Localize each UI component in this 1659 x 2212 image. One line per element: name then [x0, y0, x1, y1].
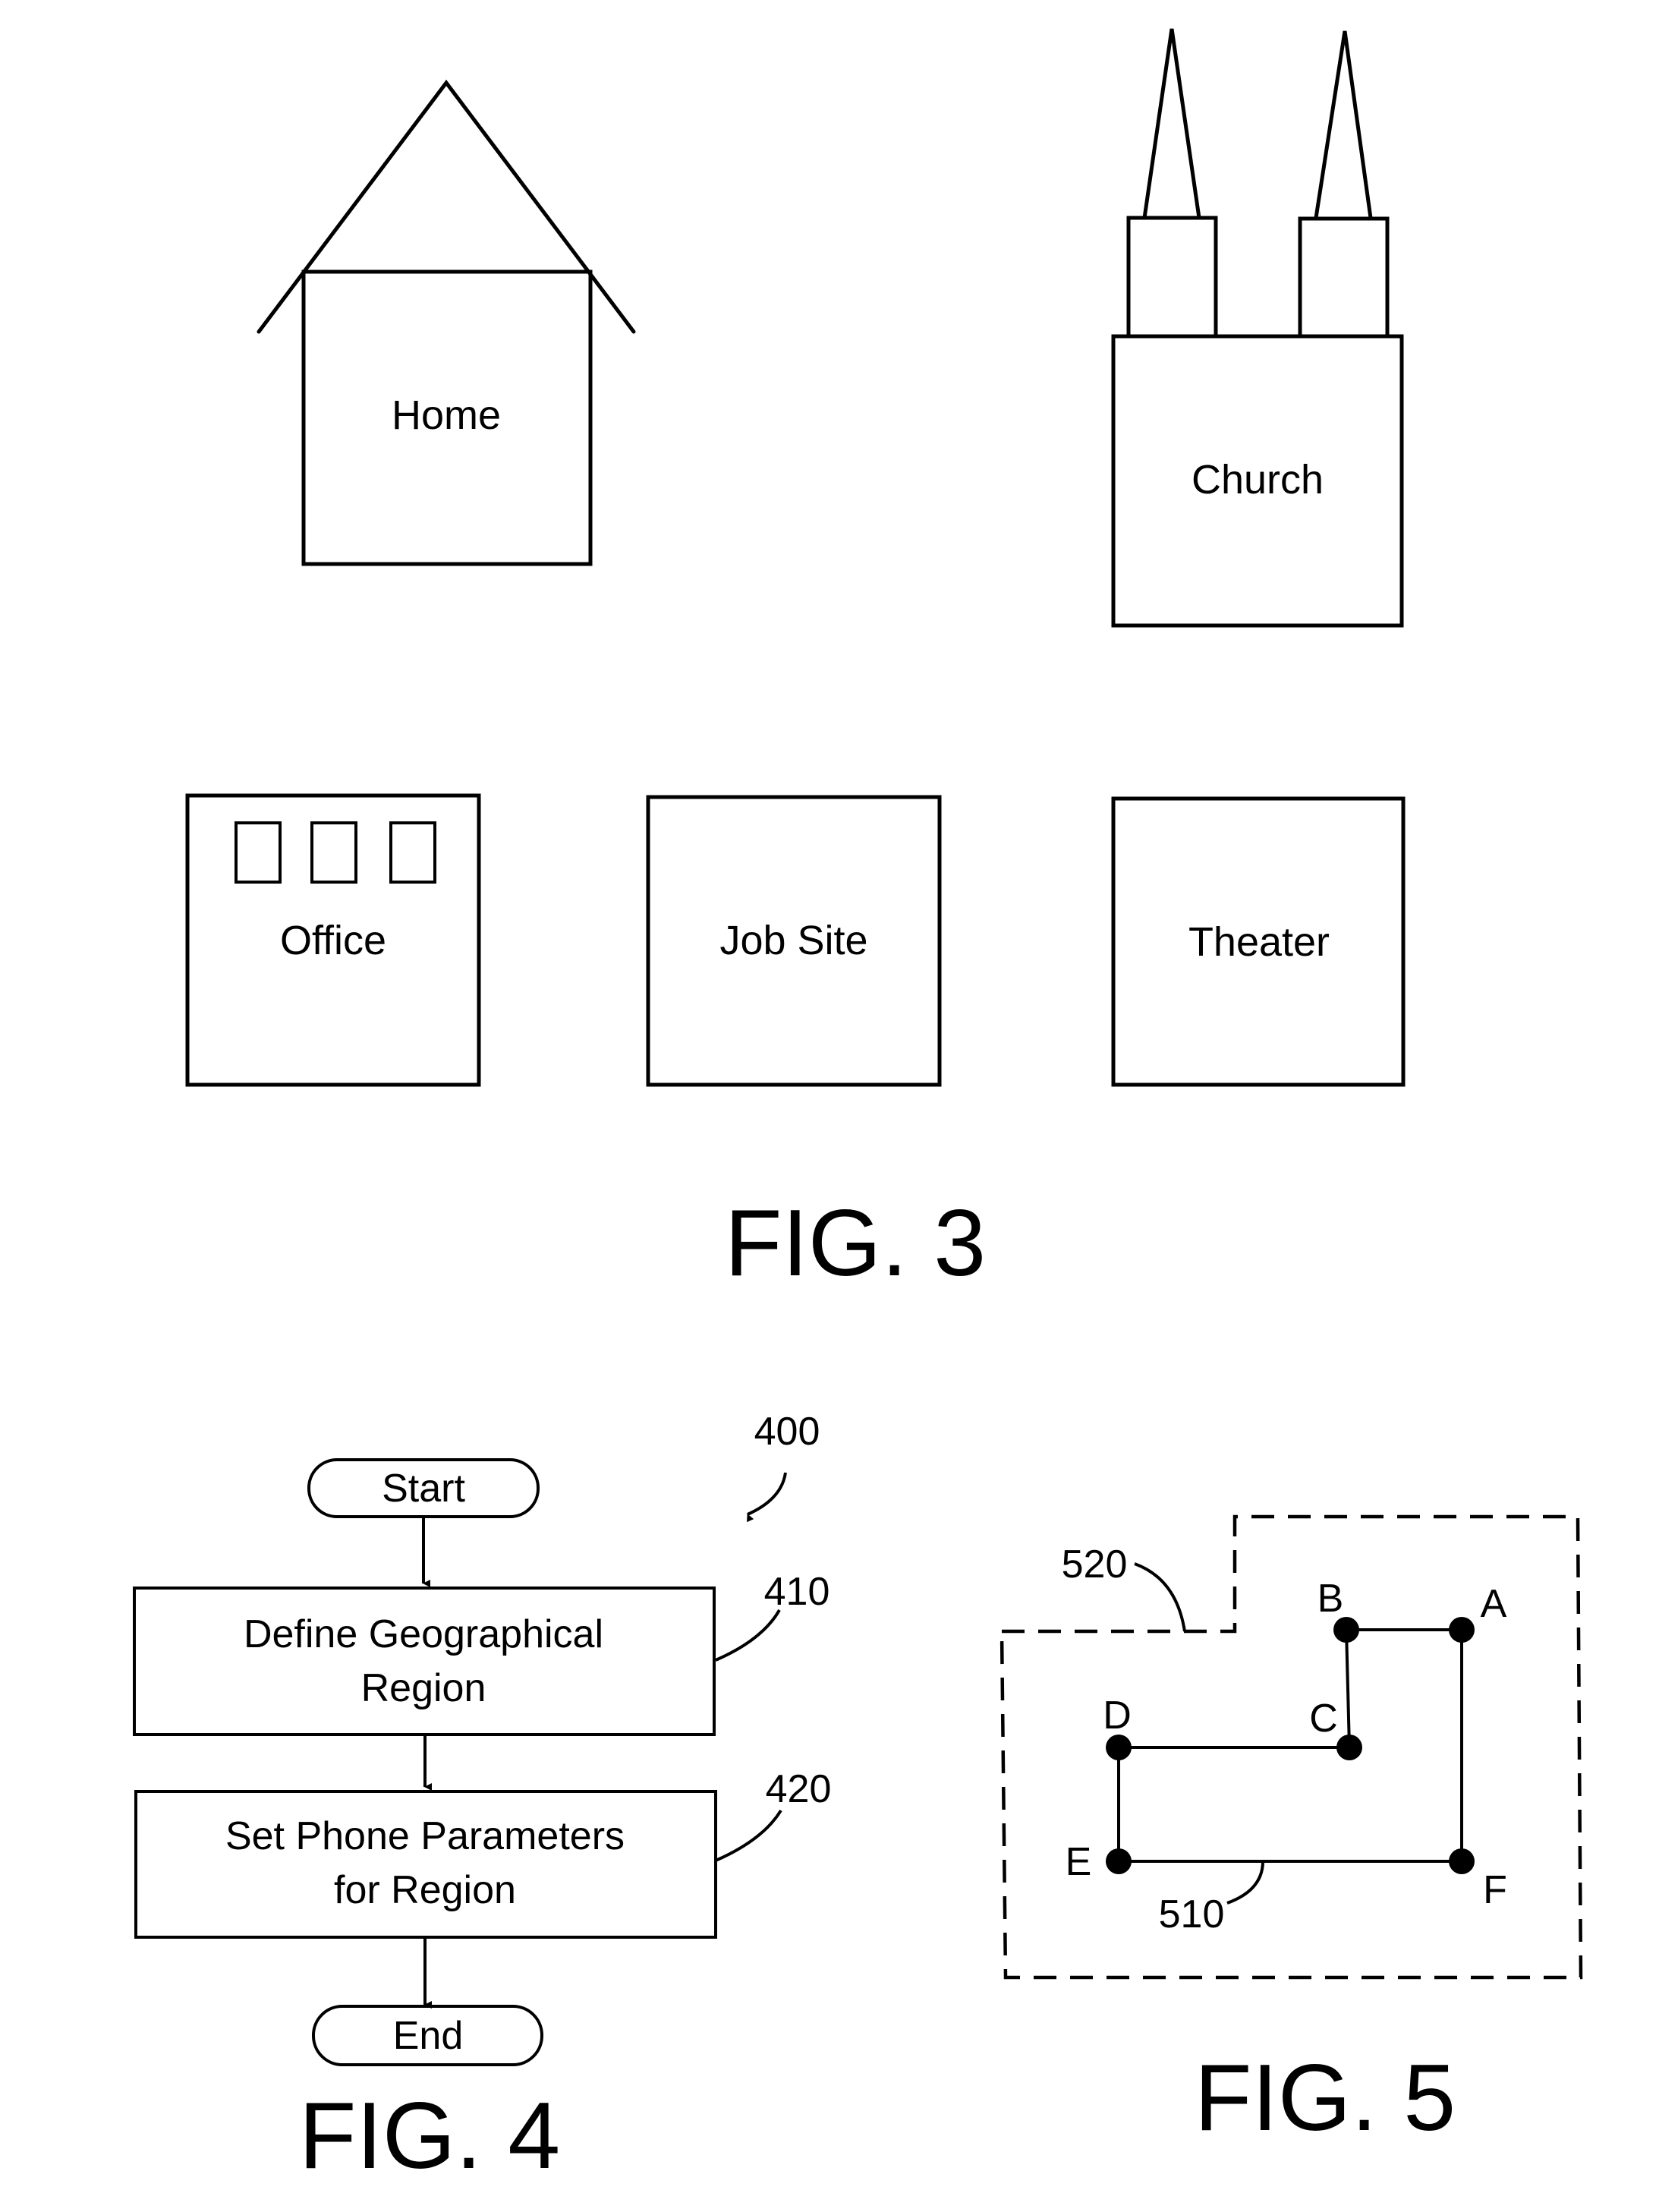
step-420-line1: Set Phone Parameters: [225, 1814, 625, 1858]
office-window: [310, 821, 357, 884]
point-D-label: D: [1103, 1694, 1132, 1738]
home-label: Home: [392, 392, 501, 438]
end-label: End: [393, 2014, 464, 2058]
flowchart-ref-400: 400: [754, 1410, 820, 1454]
point-B-marker: [1333, 1617, 1359, 1643]
church-tower-left: [1126, 216, 1218, 339]
step-410-box: [133, 1587, 716, 1736]
fig5-caption: FIG. 5: [1195, 2046, 1456, 2151]
church-label: Church: [1192, 457, 1324, 503]
home-building: Home: [257, 79, 636, 566]
fig3-caption: FIG. 3: [725, 1191, 987, 1296]
church-tower-right: [1298, 216, 1390, 339]
office-label: Office: [280, 918, 386, 963]
point-C-marker: [1336, 1735, 1362, 1760]
point-A-label: A: [1481, 1582, 1507, 1626]
point-A-marker: [1449, 1617, 1475, 1643]
step-420-leader: [715, 1809, 782, 1862]
step-420-line2: for Region: [334, 1868, 516, 1912]
point-F-marker: [1449, 1848, 1475, 1874]
ref-400-leader-arrow: [747, 1472, 787, 1523]
start-label: Start: [382, 1467, 465, 1511]
step-410-line1: Define Geographical: [244, 1612, 603, 1656]
church-spire-left: [1142, 28, 1201, 220]
region-520-leader: [1134, 1562, 1186, 1632]
fig4-flowchart: 400 Start Define Geographical Region 410…: [133, 1410, 832, 2188]
fig3: Home Church Office Job Site Theater FIG.…: [185, 28, 1406, 1296]
office-window: [235, 821, 282, 884]
job-site-label: Job Site: [719, 918, 867, 963]
job-site-building: Job Site: [646, 795, 942, 1087]
point-F-label: F: [1483, 1868, 1507, 1912]
theater-label: Theater: [1188, 919, 1330, 965]
church-building: Church: [1111, 28, 1404, 628]
fig4-caption: FIG. 4: [299, 2084, 561, 2188]
theater-building: Theater: [1111, 796, 1406, 1087]
point-D-marker: [1106, 1735, 1132, 1760]
point-B-label: B: [1317, 1577, 1344, 1621]
region-ref-520: 520: [1062, 1542, 1128, 1587]
point-C-label: C: [1309, 1697, 1338, 1741]
step-410-line2: Region: [361, 1666, 486, 1710]
step-410-ref: 410: [764, 1570, 830, 1614]
path-ref-510: 510: [1159, 1892, 1225, 1936]
church-spire-right: [1314, 30, 1373, 220]
path-510: [1117, 1628, 1463, 1863]
step-420-box: [134, 1790, 717, 1939]
patent-drawing-sheet: Home Church Office Job Site Theater FIG.…: [133, 28, 1583, 2188]
office-building: Office: [185, 793, 481, 1087]
point-E-marker: [1106, 1848, 1132, 1874]
fig5-region-diagram: 520 A B C D E F 510 FIG. 5: [999, 1514, 1583, 2151]
step-410-leader: [715, 1609, 781, 1662]
path-510-leader: [1226, 1861, 1264, 1905]
step-420-ref: 420: [766, 1767, 832, 1811]
office-window: [389, 821, 436, 884]
point-E-label: E: [1066, 1840, 1092, 1884]
home-roof: [257, 79, 636, 334]
